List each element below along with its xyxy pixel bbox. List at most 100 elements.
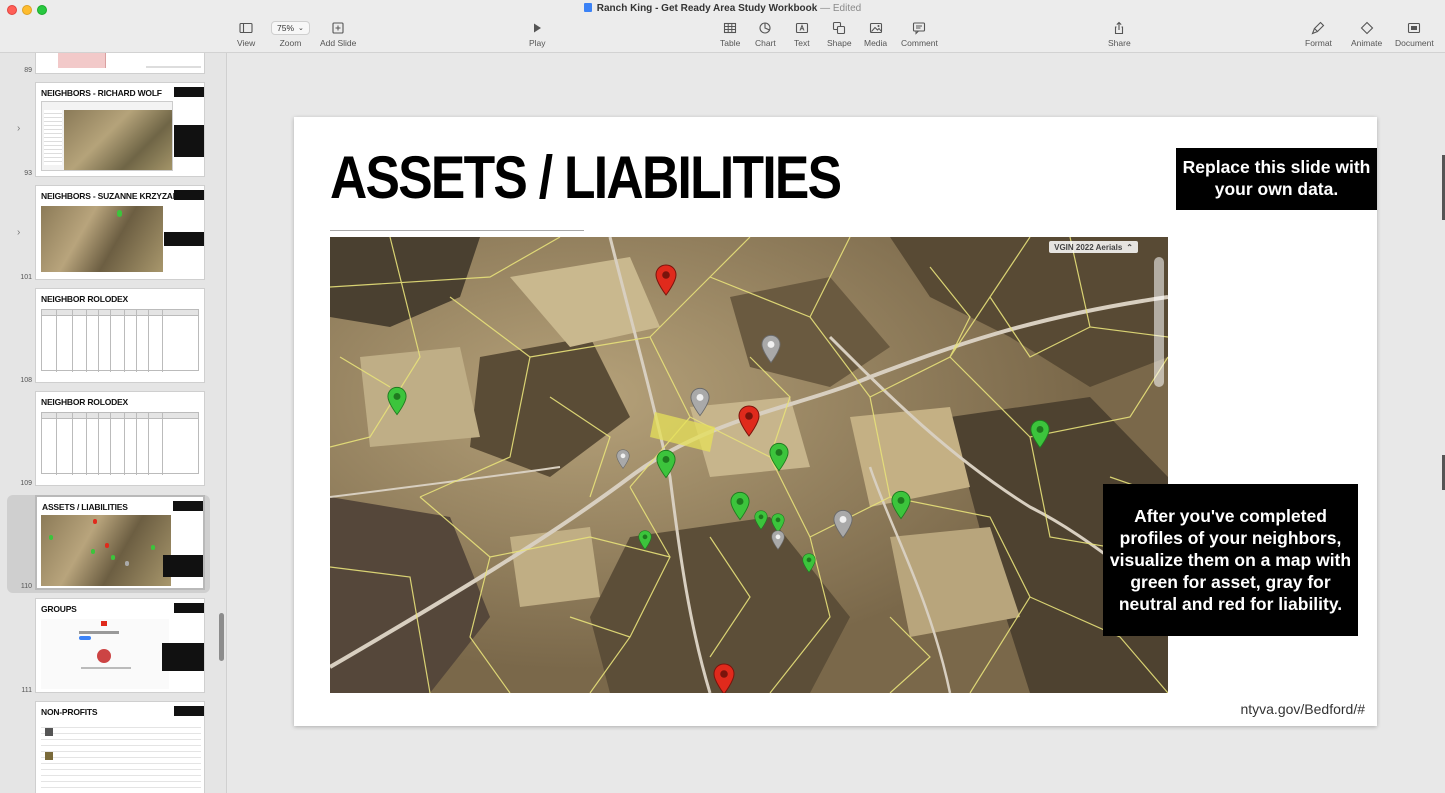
map-pin-icon [891, 490, 911, 520]
format-button[interactable]: Format [1305, 21, 1332, 48]
title-divider [330, 230, 584, 231]
chevron-down-icon: ⌄ [298, 25, 304, 32]
chevron-right-icon[interactable]: › [17, 123, 20, 134]
chevron-down-icon: ⌃ [1126, 242, 1133, 252]
liability-pin[interactable] [713, 663, 735, 693]
document-inspector-icon [1408, 22, 1421, 34]
map-pin-icon [730, 491, 750, 521]
toolbar: Ranch King - Get Ready Area Study Workbo… [0, 0, 1445, 53]
zoom-control[interactable]: 75% ⌄ Zoom [271, 21, 310, 48]
document-button[interactable]: Document [1395, 21, 1434, 48]
text-button[interactable]: Text [794, 21, 810, 48]
replace-slide-note[interactable]: Replace this slide with your own data. [1176, 148, 1377, 210]
share-icon [1115, 21, 1124, 35]
paintbrush-icon [1311, 21, 1325, 35]
table-button[interactable]: Table [720, 21, 740, 48]
map-pin-icon [738, 405, 760, 437]
chevron-right-icon[interactable]: › [17, 227, 20, 238]
slide-number: 109 [20, 480, 32, 487]
liability-pin[interactable] [655, 264, 677, 301]
asset-pin-small[interactable] [754, 510, 768, 535]
slide-thumbnail-110-selected[interactable]: ASSETS / LIABILITIES [35, 495, 205, 590]
aerial-map-preview [41, 515, 171, 586]
neutral-pin-small[interactable] [616, 449, 630, 474]
asset-pin[interactable] [769, 442, 789, 477]
neutral-pin[interactable] [690, 387, 710, 422]
map-pin-icon [713, 663, 735, 693]
slide-thumbnail-89[interactable] [35, 53, 205, 74]
source-caption[interactable]: ntyva.gov/Bedford/# [1240, 701, 1365, 717]
chart-fragment [58, 53, 106, 68]
aerial-map-preview [41, 206, 163, 272]
media-button[interactable]: Media [864, 21, 887, 48]
slide-title[interactable]: ASSETS / LIABILITIES [330, 143, 842, 212]
asset-pin[interactable] [1030, 419, 1050, 454]
map-pin-icon [769, 442, 789, 472]
neutral-pin-small[interactable] [771, 530, 785, 555]
map-zoom-slider[interactable] [1154, 257, 1164, 387]
map-layer-selector[interactable]: VGIN 2022 Aerials ⌃ [1049, 241, 1138, 253]
liability-pin[interactable] [738, 405, 760, 442]
neutral-pin[interactable] [761, 334, 781, 369]
zoom-select[interactable]: 75% ⌄ [271, 21, 310, 35]
slide-thumbnail-109[interactable]: NEIGHBOR ROLODEX [35, 391, 205, 486]
aerial-parcel-map[interactable]: VGIN 2022 Aerials ⌃ [330, 237, 1168, 693]
sidebar-scrollbar[interactable] [219, 613, 224, 661]
table-icon [724, 22, 737, 34]
map-pin-icon [638, 530, 652, 550]
slide-110[interactable]: ASSETS / LIABILITIES VGIN 2022 Aerials ⌃… [294, 117, 1377, 726]
asset-pin-small[interactable] [802, 553, 816, 578]
play-button[interactable]: Play [529, 21, 546, 48]
slide-number: 111 [21, 687, 32, 694]
screenshot-preview [41, 101, 173, 171]
edited-status: Edited [832, 3, 862, 14]
asset-pin[interactable] [656, 449, 676, 484]
slide-number: 108 [20, 377, 32, 384]
keynote-document-icon [583, 3, 592, 12]
play-icon [534, 23, 542, 33]
add-slide-button[interactable]: Add Slide [320, 21, 356, 48]
map-pin-icon [1030, 419, 1050, 449]
map-pin-icon [616, 449, 630, 469]
asset-pin[interactable] [891, 490, 911, 525]
nonprofit-list-preview [41, 722, 201, 793]
sidebar-view-icon [239, 22, 253, 34]
asset-pin-small[interactable] [638, 530, 652, 555]
slide-number: 93 [24, 170, 32, 177]
asset-pin[interactable] [387, 386, 407, 421]
map-pin-icon [761, 334, 781, 364]
add-slide-icon [332, 22, 344, 34]
slide-thumbnail-93[interactable]: NEIGHBORS - RICHARD WOLF [35, 82, 205, 177]
chart-icon [759, 22, 771, 34]
share-button[interactable]: Share [1108, 21, 1131, 48]
comment-button[interactable]: Comment [901, 21, 938, 48]
animate-button[interactable]: Animate [1351, 21, 1382, 48]
shape-icon [833, 21, 846, 35]
window-title: Ranch King - Get Ready Area Study Workbo… [0, 3, 1445, 14]
media-icon [869, 22, 882, 34]
map-pin-icon [833, 509, 853, 539]
asset-pin[interactable] [730, 491, 750, 526]
comment-icon [913, 22, 926, 35]
slide-canvas[interactable]: ASSETS / LIABILITIES VGIN 2022 Aerials ⌃… [228, 53, 1445, 793]
slide-number: 101 [20, 274, 32, 281]
slide-navigator[interactable]: 89 NEIGHBORS - RICHARD WOLF › 93 NEIGHBO… [0, 53, 227, 793]
slide-thumbnail-112[interactable]: NON-PROFITS [35, 701, 205, 793]
neutral-pin[interactable] [833, 509, 853, 544]
slide-thumbnail-108[interactable]: NEIGHBOR ROLODEX [35, 288, 205, 383]
view-button[interactable]: View [237, 21, 255, 48]
map-pin-icon [802, 553, 816, 573]
slide-thumbnail-111[interactable]: GROUPS [35, 598, 205, 693]
chart-button[interactable]: Chart [755, 21, 776, 48]
map-pin-icon [387, 386, 407, 416]
shape-button[interactable]: Shape [827, 21, 852, 48]
map-instructions-note[interactable]: After you've completed profiles of your … [1103, 484, 1358, 636]
slide-number: 89 [24, 67, 32, 74]
animate-diamond-icon [1360, 21, 1373, 35]
aerial-map-image [330, 237, 1168, 693]
slide-number: 110 [20, 583, 32, 590]
groups-page-preview [41, 619, 169, 689]
slide-thumbnail-101[interactable]: NEIGHBORS - SUZANNE KRZYZANIAK [35, 185, 205, 280]
map-pin-icon [655, 264, 677, 296]
map-pin-icon [771, 530, 785, 550]
